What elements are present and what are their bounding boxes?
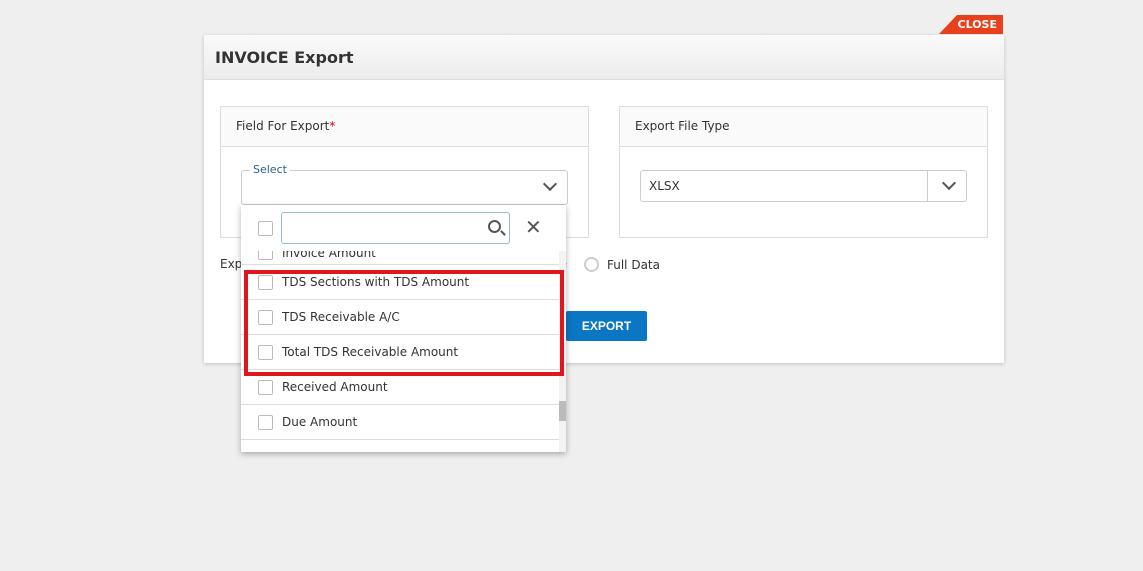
list-item[interactable]: Due Amount — [241, 405, 559, 440]
highlight-box — [244, 270, 564, 376]
scrollbar-thumb[interactable] — [559, 401, 566, 421]
chevron-down-icon — [941, 175, 957, 191]
item-label: Due Amount — [282, 415, 358, 429]
radio-icon[interactable] — [584, 257, 599, 272]
required-mark: * — [329, 119, 336, 133]
panel-title: Export File Type — [620, 107, 987, 147]
close-button[interactable]: CLOSE — [939, 15, 1003, 34]
chevron-down-icon — [542, 176, 558, 192]
modal-title: INVOICE Export — [204, 35, 1004, 80]
field-select[interactable]: Select — [241, 163, 568, 205]
select-label: Select — [250, 163, 290, 176]
checkbox[interactable] — [258, 414, 273, 430]
item-label: Received Amount — [282, 380, 388, 394]
export-label: Exp — [220, 257, 243, 271]
search-icon — [488, 220, 501, 233]
full-data-option[interactable]: Full Data — [584, 257, 660, 272]
file-type-select[interactable]: XLSX — [640, 170, 967, 202]
panel-title: Field For Export — [236, 119, 330, 133]
select-all-checkbox[interactable] — [258, 221, 273, 236]
file-type-value: XLSX — [649, 179, 680, 193]
checkbox[interactable] — [258, 379, 273, 395]
full-data-label: Full Data — [607, 257, 660, 272]
close-icon[interactable]: ✕ — [525, 215, 542, 239]
export-button[interactable]: EXPORT — [566, 311, 647, 341]
search-input[interactable] — [281, 212, 510, 244]
export-file-type-panel: Export File Type XLSX — [619, 106, 988, 238]
